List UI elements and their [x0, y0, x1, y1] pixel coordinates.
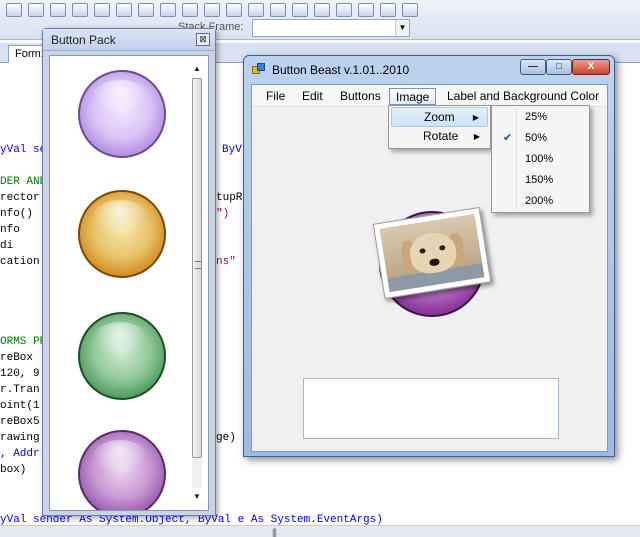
editor-horizontal-scrollbar[interactable]: ||| [0, 525, 640, 537]
toolbar-button-icon[interactable] [182, 3, 198, 17]
stack-frame-combo[interactable]: ▼ [252, 19, 410, 37]
code-line: rawing ge) [0, 432, 236, 444]
toolbar-button-icon[interactable] [116, 3, 132, 17]
code-line: nfo [0, 224, 20, 236]
zoom-option-50[interactable]: ✔ 50% [494, 128, 587, 149]
toolbar-button-icon[interactable] [226, 3, 242, 17]
code-line: yVal se ByV [0, 144, 242, 156]
toolbar-button-icon[interactable] [292, 3, 308, 17]
toolbar-button-icon[interactable] [402, 3, 418, 17]
code-line: rector tupR [0, 192, 243, 204]
orange-orb-button[interactable] [78, 190, 166, 278]
toolbar-button-icon[interactable] [50, 3, 66, 17]
menu-label-and-background-color[interactable]: Label and Background Color [441, 88, 605, 105]
code-line: reBox [0, 352, 34, 364]
zoom-option-100[interactable]: 100% [494, 149, 587, 170]
button-beast-titlebar[interactable]: Button Beast v.1.01..2010 — □ X [244, 56, 614, 82]
menu-image[interactable]: Image [389, 88, 437, 105]
toolbar-button-icon[interactable] [358, 3, 374, 17]
scroll-up-icon[interactable]: ▲ [190, 62, 204, 76]
menu-item-rotate[interactable]: Rotate ▶ [391, 127, 488, 147]
code-line: nfo() ") [0, 208, 230, 220]
window-title: Button Beast v.1.01..2010 [272, 63, 410, 77]
code-line: ORMS PR [0, 336, 47, 348]
submenu-arrow-icon: ▶ [473, 132, 480, 141]
scrollbar-thumb[interactable] [192, 78, 202, 458]
toolbar-button-icon[interactable] [204, 3, 220, 17]
toolbar-button-icon[interactable] [336, 3, 352, 17]
submenu-arrow-icon: ▶ [472, 113, 479, 122]
label-textbox[interactable] [303, 378, 559, 439]
zoom-option-25[interactable]: 25% [494, 107, 587, 128]
scroll-down-icon[interactable]: ▼ [190, 490, 204, 504]
button-pack-title: Button Pack [51, 33, 116, 47]
purple-orb-button[interactable] [78, 430, 166, 510]
toolbar-button-icon[interactable] [94, 3, 110, 17]
menu-item-label: Zoom [424, 110, 455, 124]
code-line: oint(1 [0, 400, 40, 412]
menu-item-zoom[interactable]: Zoom ▶ [391, 107, 488, 127]
button-pack-window: Button Pack ⊠ ▲ ▼ [42, 28, 216, 516]
toolbar-button-icon[interactable] [72, 3, 88, 17]
toolbar-button-icon[interactable] [380, 3, 396, 17]
toolbar-button-icon[interactable] [138, 3, 154, 17]
menu-file[interactable]: File [260, 88, 291, 105]
app-icon [252, 63, 266, 75]
toolbar-button-icon[interactable] [6, 3, 22, 17]
image-menu-dropdown: Zoom ▶ Rotate ▶ [388, 105, 491, 149]
menu-item-label: 50% [525, 132, 548, 144]
toolbar-row-1 [0, 0, 640, 20]
minimize-button[interactable]: — [520, 59, 546, 75]
checkmark-icon: ✔ [503, 132, 513, 144]
zoom-option-200[interactable]: 200% [494, 191, 587, 212]
code-line: 120, 9 [0, 368, 40, 380]
code-line: box) [0, 464, 27, 476]
menu-edit[interactable]: Edit [296, 88, 329, 105]
button-pack-scrollbar[interactable]: ▲ ▼ [190, 62, 204, 506]
chevron-down-icon[interactable]: ▼ [395, 20, 409, 36]
toolbar-button-icon[interactable] [28, 3, 44, 17]
code-line: DER AND [0, 176, 47, 188]
menu-bar: File Edit Buttons Image Label and Backgr… [252, 85, 607, 107]
zoom-option-150[interactable]: 150% [494, 170, 587, 191]
close-button[interactable]: X [572, 59, 610, 75]
toolbar-button-icon[interactable] [270, 3, 286, 17]
code-line: cation ns" [0, 256, 236, 268]
toolbar-button-icon[interactable] [160, 3, 176, 17]
zoom-submenu: 25% ✔ 50% 100% 150% 200% [491, 105, 590, 213]
light-purple-orb-button[interactable] [78, 70, 166, 158]
code-line: di [0, 240, 14, 252]
grip-icon [195, 261, 201, 269]
button-pack-titlebar[interactable]: Button Pack ⊠ [43, 29, 215, 51]
close-icon[interactable]: ⊠ [196, 33, 210, 46]
scrollbar-track[interactable] [192, 78, 202, 488]
code-line: reBox5 [0, 416, 40, 428]
menu-buttons[interactable]: Buttons [334, 88, 387, 105]
toolbar-button-icon[interactable] [314, 3, 330, 17]
code-line: , Addr [0, 448, 40, 460]
maximize-button[interactable]: □ [546, 59, 572, 75]
button-pack-list: ▲ ▼ [49, 55, 209, 511]
scrollbar-grip[interactable]: ||| [272, 527, 277, 537]
green-orb-button[interactable] [78, 312, 166, 400]
toolbar-button-icon[interactable] [248, 3, 264, 17]
code-line: r.Tran [0, 384, 40, 396]
menu-item-label: Rotate [423, 129, 459, 143]
